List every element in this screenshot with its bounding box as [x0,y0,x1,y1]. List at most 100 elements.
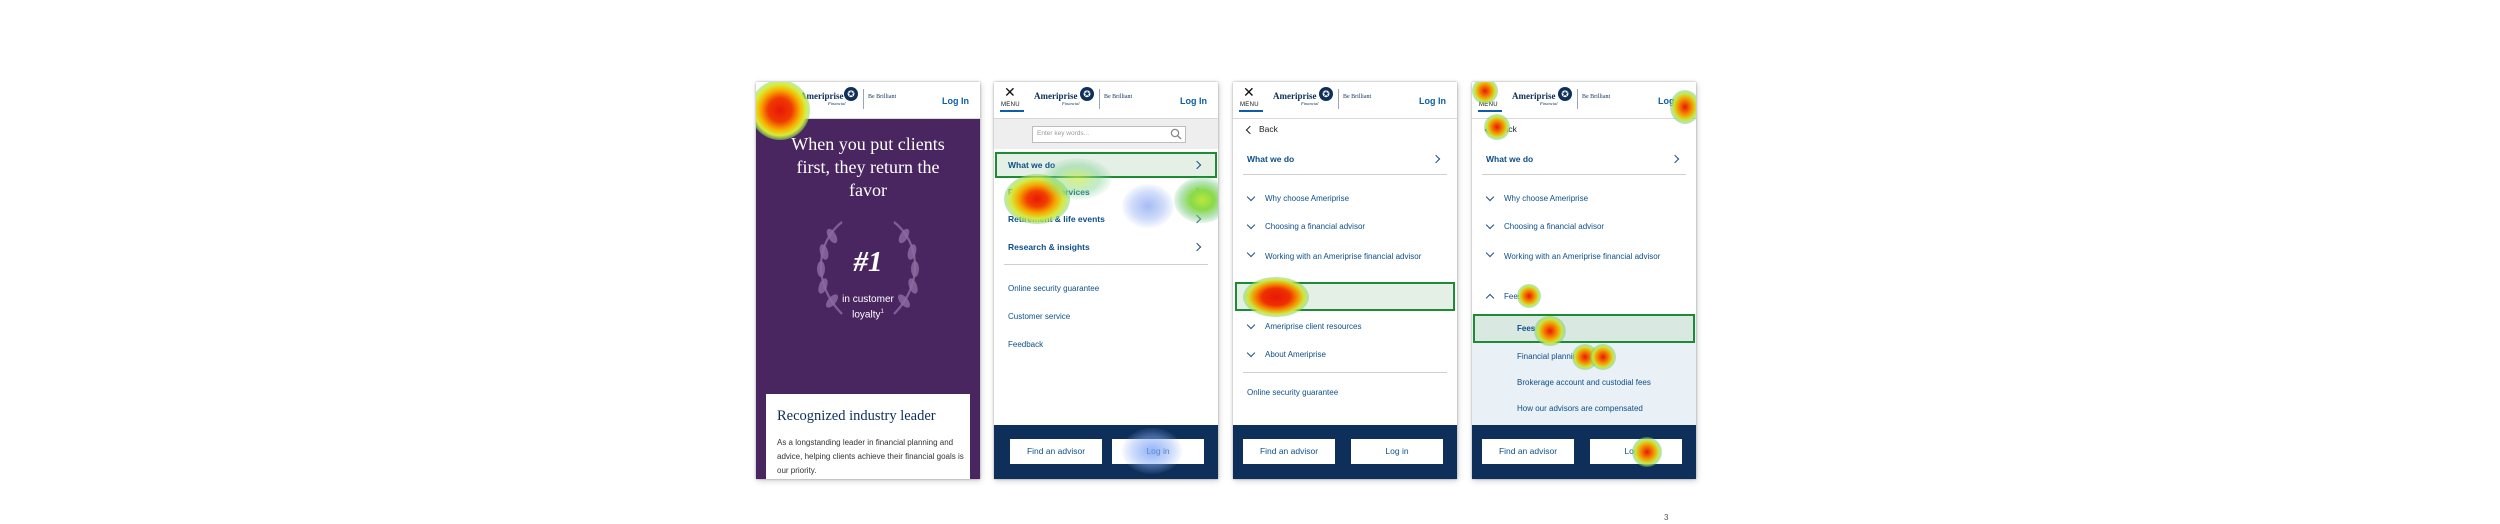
find-advisor-button[interactable]: Find an advisor [1010,439,1102,464]
brand-sub: Financial [828,101,846,106]
site-header: ✕ MENU Ameriprise Financial ✪ Be Brillia… [994,82,1218,119]
brand-seal-icon: ✪ [1558,87,1572,101]
close-icon[interactable]: ✕ [1482,85,1494,99]
link-customer-service[interactable]: Customer service [1008,312,1070,321]
phone-screen-what-we-do: ✕ MENU Ameriprise Financial ✪ Be Brillia… [1233,82,1457,479]
rank-subtitle: in customer loyalty1 [842,294,894,321]
submenu-brokerage-fees[interactable]: Brokerage account and custodial fees [1517,378,1651,387]
header-divider [1099,89,1100,109]
brand-tagline: Be Brilliant [1343,94,1372,100]
brand-name[interactable]: Ameriprise [800,91,843,101]
menu-underline [1239,110,1263,112]
search-icon[interactable] [1170,128,1182,140]
phone-screen-home: Ameriprise Financial ✪ Be Brilliant Log … [756,82,980,479]
chevron-right-icon [1192,187,1202,197]
login-button[interactable]: Log in [1112,439,1204,464]
header-divider [1577,89,1578,109]
accordion-about[interactable]: About Ameriprise [1265,350,1326,359]
brand-seal-icon: ✪ [844,87,858,101]
section-title[interactable]: What we do [1486,154,1533,164]
chevron-left-icon[interactable] [1245,125,1255,135]
chevron-right-icon [1192,242,1202,252]
menu-item-what-we-do[interactable]: What we do [1008,160,1055,170]
site-header: Ameriprise Financial ✪ Be Brilliant Log … [756,82,980,119]
menu-item-retirement[interactable]: Retirement & life events [1008,214,1105,224]
chevron-right-icon [1431,154,1441,164]
accordion-why-choose[interactable]: Why choose Ameriprise [1265,194,1349,203]
site-header: ✕ MENU Ameriprise Financial ✪ Be Brillia… [1233,82,1457,119]
menu-footer: Find an advisor Log in [994,425,1218,479]
brand-tagline: Be Brilliant [1104,94,1133,100]
close-icon[interactable]: ✕ [1004,85,1016,99]
menu-label: MENU [1479,102,1498,108]
submenu-financial-planning[interactable]: Financial planning [1517,352,1582,361]
chevron-down-icon [1485,220,1495,230]
accordion-working-with[interactable]: Working with an Ameriprise financial adv… [1265,250,1440,263]
chevron-down-icon [1246,220,1256,230]
menu-footer: Find an advisor Log in [1233,425,1457,479]
brand-sub: Financial [1540,101,1558,106]
accordion-choosing-advisor[interactable]: Choosing a financial advisor [1265,222,1365,231]
rank-number: #1 [853,246,883,278]
brand-tagline: Be Brilliant [1582,94,1611,100]
chevron-down-icon [1485,192,1495,202]
link-feedback[interactable]: Feedback [1008,340,1043,349]
find-advisor-button[interactable]: Find an advisor [1482,439,1574,464]
chevron-up-icon [1485,293,1495,303]
page-number: 3 [1664,513,1669,522]
brand-sub: Financial [1301,101,1319,106]
search-placeholder: Enter key words... [1037,130,1090,137]
chevron-down-icon [1485,248,1495,258]
chevron-left-icon[interactable] [1484,125,1494,135]
submenu-advisor-compensation[interactable]: How our advisors are compensated [1517,404,1643,413]
accordion-choosing-advisor[interactable]: Choosing a financial advisor [1504,222,1604,231]
header-login-link[interactable]: Log In [1419,96,1446,106]
header-login-link[interactable]: Log In [942,96,969,106]
brand-name[interactable]: Ameriprise [1512,91,1555,101]
menu-item-research[interactable]: Research & insights [1008,242,1090,252]
accordion-working-with[interactable]: Working with an Ameriprise financial adv… [1504,250,1679,263]
info-card: Recognized industry leader As a longstan… [766,394,970,479]
login-button[interactable]: Log in [1590,439,1682,464]
hero-title: When you put clients first, they return … [791,134,945,200]
header-login-link[interactable]: Log In [1658,96,1685,106]
menu-divider [1004,264,1208,265]
brand-tagline: Be Brilliant [868,94,897,100]
header-divider [1338,89,1339,109]
card-title: Recognized industry leader [777,408,936,424]
chevron-down-icon [1246,348,1256,358]
chevron-down-icon [1246,320,1256,330]
back-link[interactable]: Back [1498,124,1517,134]
search-input[interactable]: Enter key words... [1032,126,1186,143]
accordion-fees-expanded[interactable]: Fees [1504,292,1522,301]
header-login-link[interactable]: Log In [1180,96,1207,106]
submenu-fees[interactable]: Fees [1517,324,1535,333]
back-link[interactable]: Back [1259,124,1278,134]
login-button[interactable]: Log in [1351,439,1443,464]
menu-label: MENU [1240,102,1259,108]
chevron-right-icon [1670,154,1680,164]
find-advisor-button[interactable]: Find an advisor [1243,439,1335,464]
brand-name[interactable]: Ameriprise [1034,91,1077,101]
accordion-client-resources[interactable]: Ameriprise client resources [1265,322,1361,331]
phone-screen-fees: ✕ MENU Ameriprise Financial ✪ Be Brillia… [1472,82,1696,479]
card-text: As a longstanding leader in financial pl… [777,438,964,475]
menu-item-products-services[interactable]: Products & services [1008,187,1090,197]
menu-underline [1478,110,1502,112]
accordion-fees[interactable]: Fees [1265,292,1283,301]
highlight-box [1473,314,1695,343]
section-title[interactable]: What we do [1247,154,1294,164]
hero-banner: When you put clients first, they return … [756,119,980,479]
link-online-security[interactable]: Online security guarantee [1008,284,1099,293]
header-divider [863,89,864,109]
accordion-why-choose[interactable]: Why choose Ameriprise [1504,194,1588,203]
chevron-down-icon [1246,248,1256,258]
chevron-down-icon [1246,192,1256,202]
brand-seal-icon: ✪ [1319,87,1333,101]
brand-sub: Financial [1062,101,1080,106]
menu-underline [1000,110,1024,112]
link-online-security[interactable]: Online security guarantee [1247,388,1338,397]
brand-name[interactable]: Ameriprise [1273,91,1316,101]
close-icon[interactable]: ✕ [1243,85,1255,99]
phone-screen-menu: ✕ MENU Ameriprise Financial ✪ Be Brillia… [994,82,1218,479]
